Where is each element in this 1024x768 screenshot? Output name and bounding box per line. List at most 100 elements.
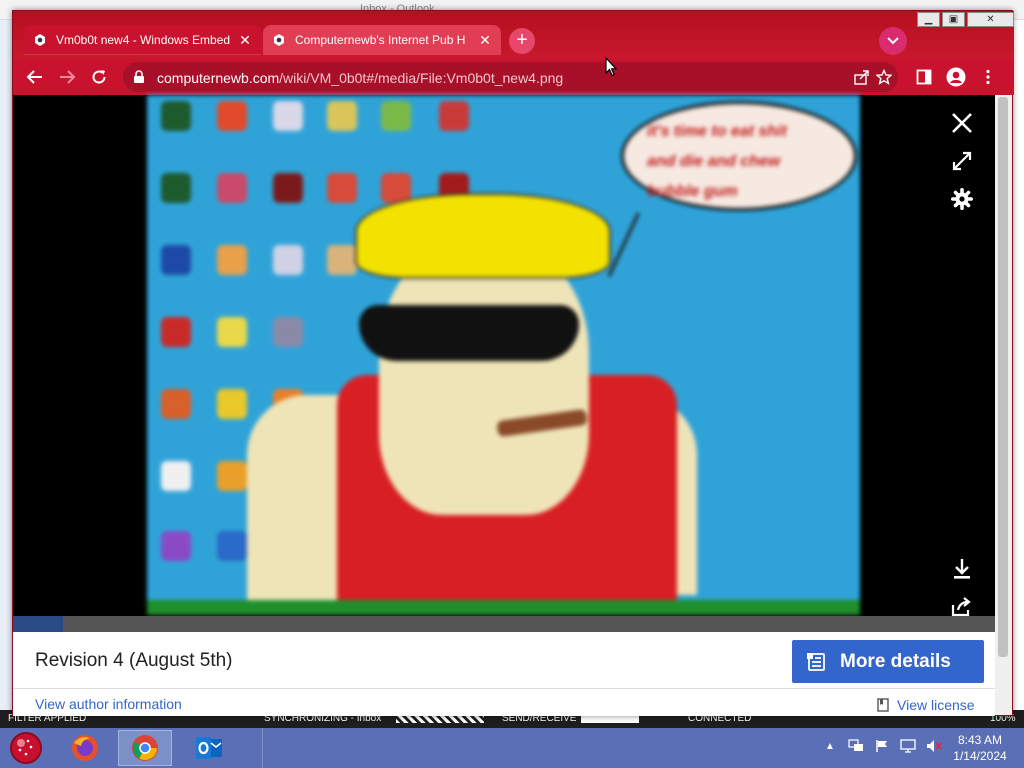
show-hidden-icons-button[interactable]: ▲ (822, 738, 838, 754)
fullscreen-button[interactable] (948, 147, 976, 175)
desktop-icon (161, 461, 191, 491)
tab-vm0b0t[interactable]: Vm0b0t new4 - Windows Embed ✕ (24, 25, 261, 55)
tab-title: Computernewb's Internet Pub H (295, 33, 466, 47)
share-icon[interactable] (853, 68, 871, 86)
back-button[interactable] (23, 65, 47, 89)
license-icon (877, 698, 889, 712)
desktop-icon (217, 245, 247, 275)
desktop-icon (273, 173, 303, 203)
display-icon[interactable] (900, 738, 916, 754)
taskbar-outlook[interactable] (182, 730, 236, 766)
maximize-button[interactable]: ▣ (942, 12, 965, 27)
gear-icon (951, 188, 973, 210)
lock-icon[interactable] (133, 70, 145, 89)
side-panel-button[interactable] (912, 65, 936, 89)
wiki-favicon-icon (32, 32, 48, 48)
speech-bubble-text: it's time to eat shit and die and chew b… (647, 117, 847, 207)
taskbar-chrome[interactable] (118, 730, 172, 766)
volume-muted-icon[interactable] (926, 738, 942, 754)
viewer-close-button[interactable] (948, 109, 976, 137)
new-tab-button[interactable]: + (509, 28, 535, 54)
browser-menu-button[interactable] (976, 65, 1000, 89)
action-center-flag-icon[interactable] (874, 738, 890, 754)
url-text: computernewb.com/wiki/VM_0b0t#/media/Fil… (157, 70, 563, 86)
desktop-icon (273, 317, 303, 347)
media-filmstrip[interactable] (13, 616, 995, 632)
network-icon[interactable] (848, 738, 864, 754)
desktop-icon (273, 245, 303, 275)
desktop-icon (439, 101, 469, 131)
start-icon (10, 732, 42, 764)
viewer-settings-button[interactable] (948, 185, 976, 213)
speech-bubble-tail (607, 212, 640, 278)
tab-internet-pub[interactable]: Computernewb's Internet Pub H ✕ (263, 25, 501, 55)
firefox-icon (72, 735, 98, 761)
close-icon (952, 113, 972, 133)
desktop-icon (217, 101, 247, 131)
chrome-icon (132, 735, 158, 761)
desktop-icon (273, 101, 303, 131)
browser-window: Vm0b0t new4 - Windows Embed ✕ Computerne… (12, 10, 1014, 716)
taskbar-firefox[interactable] (58, 730, 112, 766)
share-icon (951, 597, 971, 617)
address-bar[interactable]: computernewb.com/wiki/VM_0b0t#/media/Fil… (123, 62, 898, 92)
page-scrollbar[interactable] (995, 95, 1012, 715)
speech-line: it's time to eat shit (647, 123, 787, 140)
profile-button[interactable] (944, 65, 968, 89)
system-tray: ▲ (822, 738, 942, 754)
speech-line: bubble gum (647, 183, 738, 200)
url-path: /wiki/VM_0b0t#/media/File:Vm0b0t_new4.pn… (279, 70, 564, 86)
desktop-icon (217, 531, 247, 561)
desktop-icon (161, 245, 191, 275)
tab-title: Vm0b0t new4 - Windows Embed (56, 33, 231, 47)
windows-taskbar: ▲ 8:43 AM 1/14/2024 (0, 728, 1024, 768)
bookmark-star-icon[interactable] (875, 68, 893, 86)
view-license-label: View license (897, 697, 975, 713)
desktop-icon (161, 389, 191, 419)
character-sunglasses (359, 305, 579, 361)
character-face (379, 245, 589, 515)
back-arrow-icon (26, 70, 42, 84)
filmstrip-current[interactable] (13, 616, 63, 632)
reload-icon (92, 70, 106, 84)
outlook-icon (196, 737, 222, 759)
forward-button[interactable] (55, 65, 79, 89)
view-license-link[interactable]: View license (877, 697, 975, 713)
close-icon[interactable]: ✕ (237, 32, 253, 48)
window-close-button[interactable]: ✕ (967, 12, 1014, 27)
sync-progress (396, 715, 484, 723)
side-panel-icon (916, 69, 932, 85)
download-button[interactable] (948, 555, 976, 583)
chevron-down-icon (887, 37, 899, 45)
desktop-icon (161, 317, 191, 347)
reload-button[interactable] (87, 65, 111, 89)
desktop-icon (327, 101, 357, 131)
desktop-icon (217, 317, 247, 347)
media-image: it's time to eat shit and die and chew b… (147, 95, 860, 615)
download-icon (954, 559, 970, 579)
media-viewer: it's time to eat shit and die and chew b… (13, 95, 995, 632)
clock-time: 8:43 AM (957, 733, 1003, 747)
start-button[interactable] (8, 730, 44, 766)
profile-avatar-icon (946, 67, 966, 87)
view-author-link[interactable]: View author information (35, 696, 182, 712)
wiki-favicon-icon (271, 32, 287, 48)
minimize-button[interactable]: ▁ (917, 12, 940, 27)
kebab-menu-icon (986, 69, 990, 85)
article-icon (806, 652, 826, 672)
forward-arrow-icon (60, 70, 76, 84)
more-details-button[interactable]: More details (792, 640, 984, 683)
divider (13, 688, 995, 689)
speech-line: and die and chew (647, 153, 781, 170)
desktop-icon (161, 531, 191, 561)
desktop-icon (161, 101, 191, 131)
mouse-cursor (605, 56, 618, 82)
scrollbar-thumb[interactable] (998, 97, 1008, 657)
taskbar-clock[interactable]: 8:43 AM 1/14/2024 (950, 732, 1010, 764)
desktop-icon (327, 245, 357, 275)
close-icon[interactable]: ✕ (477, 32, 493, 48)
tab-search-button[interactable] (879, 27, 907, 55)
desktop-icon (217, 461, 247, 491)
outlook-left-pane (0, 20, 12, 710)
browser-toolbar: computernewb.com/wiki/VM_0b0t#/media/Fil… (13, 59, 1014, 95)
